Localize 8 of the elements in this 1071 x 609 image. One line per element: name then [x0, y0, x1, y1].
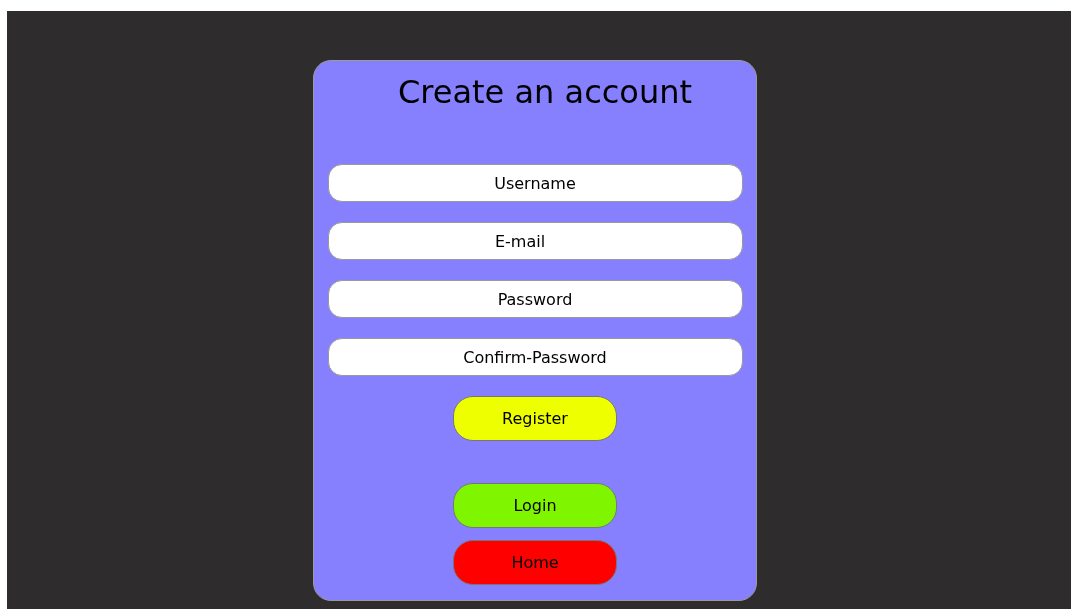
- input-field[interactable]: Username: [327, 164, 743, 202]
- form-title: Create an account: [397, 73, 692, 111]
- login-button[interactable]: Login: [453, 483, 617, 528]
- input-field[interactable]: Password: [327, 280, 743, 318]
- input-field[interactable]: E-mail: [327, 222, 743, 260]
- input-field[interactable]: Confirm-Password: [327, 338, 743, 376]
- home-button[interactable]: Home: [453, 540, 617, 585]
- register-button[interactable]: Register: [453, 396, 617, 441]
